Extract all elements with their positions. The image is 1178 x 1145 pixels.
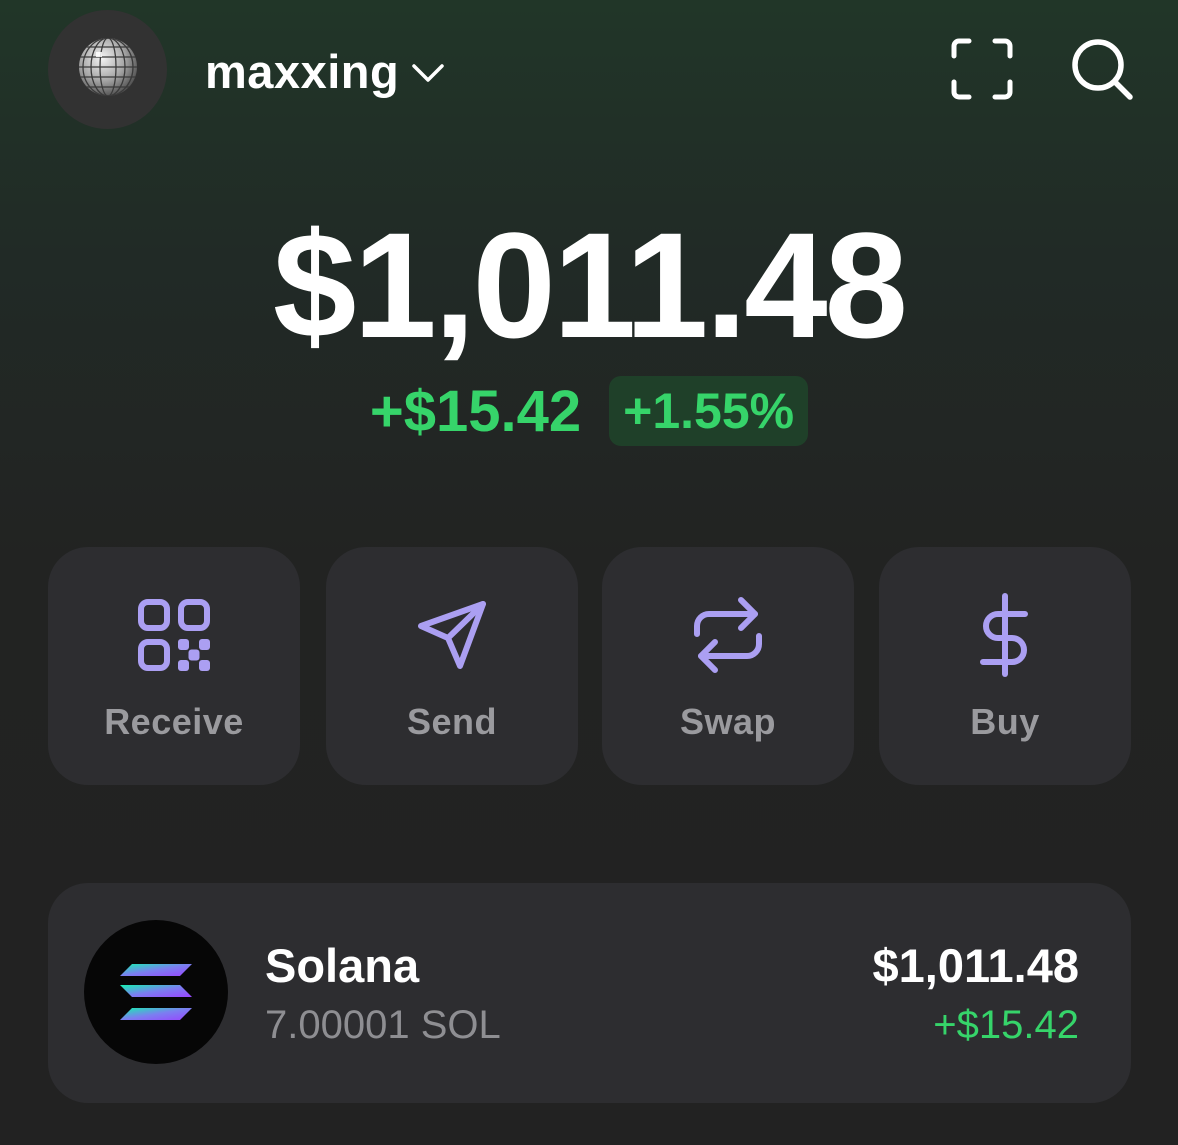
balance-change: +$15.42 +1.55% bbox=[0, 375, 1178, 447]
receive-label: Receive bbox=[104, 701, 244, 742]
search-button[interactable] bbox=[1064, 33, 1140, 109]
buy-label: Buy bbox=[970, 701, 1040, 742]
wallet-switcher[interactable]: maxxing bbox=[205, 38, 445, 104]
token-value: $1,011.48 bbox=[872, 939, 1080, 992]
swap-icon bbox=[691, 595, 765, 675]
wallet-name: maxxing bbox=[205, 44, 400, 98]
scan-icon bbox=[951, 38, 1013, 105]
send-label: Send bbox=[406, 701, 497, 742]
change-percent-badge: +1.55% bbox=[609, 376, 809, 446]
change-amount: +$15.42 bbox=[369, 378, 582, 444]
send-icon bbox=[415, 595, 489, 675]
account-avatar[interactable] bbox=[48, 10, 167, 129]
send-button[interactable]: Send bbox=[326, 547, 578, 785]
swap-button[interactable]: Swap bbox=[602, 547, 854, 785]
disco-ball-icon bbox=[78, 37, 138, 102]
token-row-solana[interactable]: Solana 7.00001 SOL $1,011.48 +$15.42 bbox=[48, 883, 1131, 1103]
token-change: +$15.42 bbox=[933, 1003, 1079, 1047]
solana-logo-icon bbox=[84, 920, 228, 1064]
search-icon bbox=[1069, 36, 1135, 107]
qr-code-icon bbox=[137, 595, 211, 675]
total-balance: $1,011.48 bbox=[272, 201, 908, 369]
receive-button[interactable]: Receive bbox=[48, 547, 300, 785]
scan-button[interactable] bbox=[944, 33, 1020, 109]
swap-label: Swap bbox=[679, 701, 777, 742]
token-amount: 7.00001 SOL bbox=[265, 1003, 501, 1047]
chevron-down-icon bbox=[411, 62, 445, 84]
token-name: Solana bbox=[265, 939, 420, 992]
buy-button[interactable]: Buy bbox=[879, 547, 1131, 785]
dollar-icon bbox=[975, 593, 1035, 677]
